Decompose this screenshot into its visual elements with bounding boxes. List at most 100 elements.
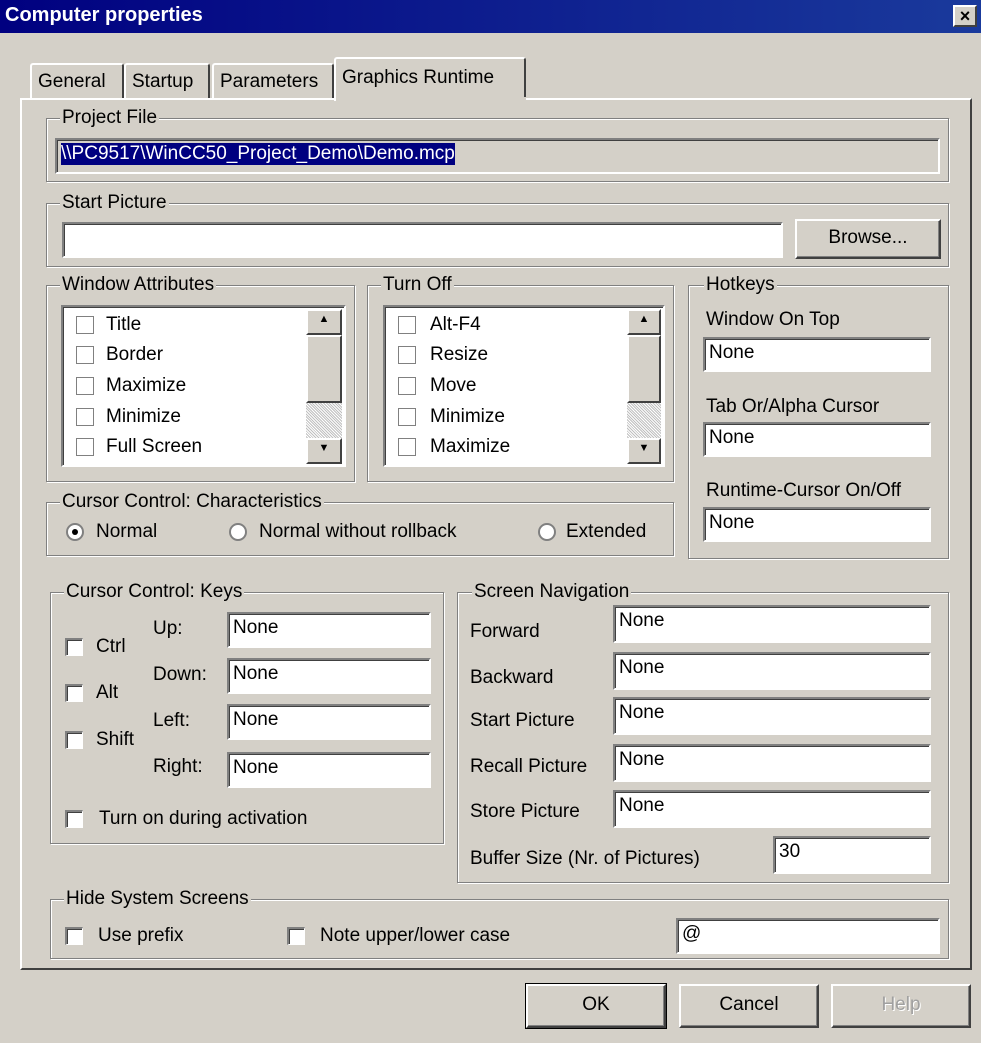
close-icon: × <box>959 6 971 26</box>
tab-label: Graphics Runtime <box>342 67 495 88</box>
recall-picture-input[interactable]: None <box>613 744 931 782</box>
browse-button[interactable]: Browse... <box>795 219 941 259</box>
checkbox-alt[interactable] <box>65 684 83 702</box>
chevron-up-icon: ▲ <box>638 313 650 325</box>
window-on-top-value: None <box>709 342 755 363</box>
tab-label: General <box>38 71 106 92</box>
label-tab-alpha-cursor: Tab Or/Alpha Cursor <box>706 396 880 417</box>
store-picture-input[interactable]: None <box>613 790 931 828</box>
label-note-case: Note upper/lower case <box>320 925 511 946</box>
label-resize: Resize <box>430 344 489 365</box>
label-down: Down: <box>153 664 207 685</box>
checkbox-shift[interactable] <box>65 731 83 749</box>
runtime-cursor-value: None <box>709 512 755 533</box>
down-key-input[interactable]: None <box>227 658 431 694</box>
scroll-up-button[interactable]: ▲ <box>306 309 342 335</box>
start-picture-legend: Start Picture <box>60 192 169 214</box>
checkbox-title[interactable] <box>76 316 94 334</box>
label-backward: Backward <box>470 667 554 688</box>
window-attributes-list[interactable] <box>61 305 346 467</box>
turn-off-list[interactable] <box>383 305 665 467</box>
label-shift: Shift <box>96 729 135 750</box>
backward-input[interactable]: None <box>613 652 931 690</box>
label-extended: Extended <box>566 521 647 542</box>
scroll-down-button[interactable]: ▼ <box>306 438 342 464</box>
label-minimize-off: Minimize <box>430 406 505 427</box>
checkbox-full-screen[interactable] <box>76 438 94 456</box>
checkbox-ctrl[interactable] <box>65 638 83 656</box>
left-key-input[interactable]: None <box>227 704 431 740</box>
chevron-up-icon: ▲ <box>318 313 330 325</box>
tab-alpha-cursor-input[interactable]: None <box>703 422 931 457</box>
tab-parameters[interactable]: Parameters <box>212 63 334 99</box>
screen-navigation-legend: Screen Navigation <box>472 581 632 603</box>
checkbox-minimize[interactable] <box>76 408 94 426</box>
tab-alpha-cursor-value: None <box>709 427 755 448</box>
tab-general[interactable]: General <box>30 63 124 99</box>
checkbox-use-prefix[interactable] <box>65 927 83 945</box>
store-picture-value: None <box>619 795 665 816</box>
label-normal-without-rollback: Normal without rollback <box>259 521 457 542</box>
radio-normal[interactable] <box>66 523 84 541</box>
checkbox-maximize-off[interactable] <box>398 438 416 456</box>
up-key-value: None <box>233 617 279 638</box>
radio-extended[interactable] <box>538 523 556 541</box>
browse-label: Browse... <box>828 227 908 248</box>
window-on-top-input[interactable]: None <box>703 337 931 372</box>
close-button[interactable]: × <box>953 5 977 27</box>
label-window-on-top: Window On Top <box>706 309 840 330</box>
checkbox-alt-f4[interactable] <box>398 316 416 334</box>
window-attributes-legend: Window Attributes <box>60 274 217 296</box>
scrollbar-thumb[interactable] <box>306 335 342 403</box>
ok-button[interactable]: OK <box>525 983 667 1029</box>
label-ctrl: Ctrl <box>96 636 126 657</box>
forward-input[interactable]: None <box>613 605 931 643</box>
checkbox-resize[interactable] <box>398 346 416 364</box>
help-label: Help <box>881 994 921 1015</box>
tab-startup[interactable]: Startup <box>124 63 210 99</box>
right-key-value: None <box>233 757 279 778</box>
label-minimize: Minimize <box>106 406 181 427</box>
cursor-keys-legend: Cursor Control: Keys <box>64 581 245 603</box>
runtime-cursor-input[interactable]: None <box>703 507 931 542</box>
buffer-size-input[interactable]: 30 <box>773 836 931 874</box>
label-recall-picture: Recall Picture <box>470 756 588 777</box>
label-normal: Normal <box>96 521 158 542</box>
prefix-input[interactable]: @ <box>676 918 940 954</box>
recall-picture-value: None <box>619 749 665 770</box>
label-border: Border <box>106 344 164 365</box>
radio-normal-without-rollback[interactable] <box>229 523 247 541</box>
label-left: Left: <box>153 710 190 731</box>
project-file-value: \\PC9517\WinCC50_Project_Demo\Demo.mcp <box>61 143 455 165</box>
cancel-label: Cancel <box>719 994 779 1015</box>
start-picture-nav-input[interactable]: None <box>613 697 931 735</box>
label-right: Right: <box>153 756 203 777</box>
checkbox-border[interactable] <box>76 346 94 364</box>
tab-label: Parameters <box>220 71 319 92</box>
checkbox-move[interactable] <box>398 377 416 395</box>
right-key-input[interactable]: None <box>227 752 431 788</box>
scrollbar-thumb[interactable] <box>627 335 661 403</box>
label-start-picture: Start Picture <box>470 710 575 731</box>
project-file-field[interactable]: \\PC9517\WinCC50_Project_Demo\Demo.mcp <box>55 138 940 174</box>
scroll-up-button[interactable]: ▲ <box>627 309 661 335</box>
down-key-value: None <box>233 663 279 684</box>
checkbox-minimize-off[interactable] <box>398 408 416 426</box>
start-picture-input[interactable] <box>62 222 783 258</box>
checkbox-maximize[interactable] <box>76 377 94 395</box>
project-file-legend: Project File <box>60 107 160 129</box>
up-key-input[interactable]: None <box>227 612 431 648</box>
turn-off-legend: Turn Off <box>381 274 454 296</box>
cancel-button[interactable]: Cancel <box>679 984 819 1028</box>
chevron-down-icon: ▼ <box>318 442 330 454</box>
help-button[interactable]: Help <box>831 984 971 1028</box>
label-full-screen: Full Screen <box>106 436 203 457</box>
scroll-down-button[interactable]: ▼ <box>627 438 661 464</box>
label-forward: Forward <box>470 621 540 642</box>
left-key-value: None <box>233 709 279 730</box>
checkbox-note-case[interactable] <box>287 927 305 945</box>
forward-value: None <box>619 610 665 631</box>
label-alt-f4: Alt-F4 <box>430 314 481 335</box>
checkbox-turn-on-activation[interactable] <box>65 810 83 828</box>
tab-graphics-runtime[interactable]: Graphics Runtime <box>334 57 526 101</box>
